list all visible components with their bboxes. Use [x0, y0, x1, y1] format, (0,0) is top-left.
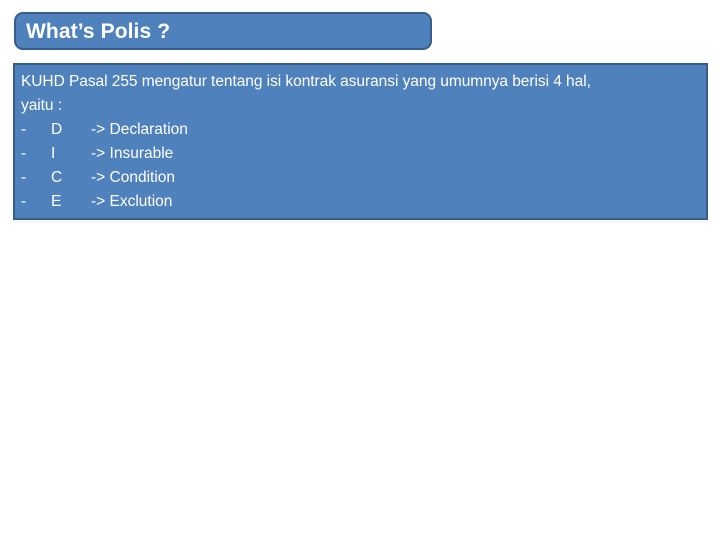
- list-item-definition: -> Condition: [91, 169, 176, 186]
- list-item-letter: E: [51, 193, 62, 210]
- list-item-definition: -> Declaration: [91, 121, 188, 138]
- body-paragraph-line-1: KUHD Pasal 255 mengatur tentang isi kont…: [21, 73, 591, 90]
- list-item-bullet: -: [21, 193, 27, 210]
- page-title: What’s Polis ?: [26, 19, 171, 43]
- list-item-letter: D: [51, 121, 63, 138]
- list-item-bullet: -: [21, 169, 27, 186]
- title-placeholder[interactable]: What’s Polis ?: [14, 12, 432, 50]
- list-item: - D -> Declaration: [21, 118, 700, 142]
- list-item: - I -> Insurable: [21, 142, 700, 166]
- slide-canvas: What’s Polis ? KUHD Pasal 255 mengatur t…: [0, 0, 720, 540]
- list-item-bullet: -: [21, 145, 27, 162]
- list-item-letter: C: [51, 169, 63, 186]
- list-item-definition: -> Exclution: [91, 193, 173, 210]
- content-placeholder[interactable]: KUHD Pasal 255 mengatur tentang isi kont…: [13, 63, 708, 220]
- content-box-shadow: [16, 221, 709, 223]
- list-item: - C -> Condition: [21, 166, 700, 190]
- list-item-bullet: -: [21, 121, 27, 138]
- list-item: - E -> Exclution: [21, 190, 700, 214]
- list-item-letter: I: [51, 145, 56, 162]
- list-item-definition: -> Insurable: [91, 145, 174, 162]
- body-paragraph-line-2: yaitu :: [21, 97, 63, 114]
